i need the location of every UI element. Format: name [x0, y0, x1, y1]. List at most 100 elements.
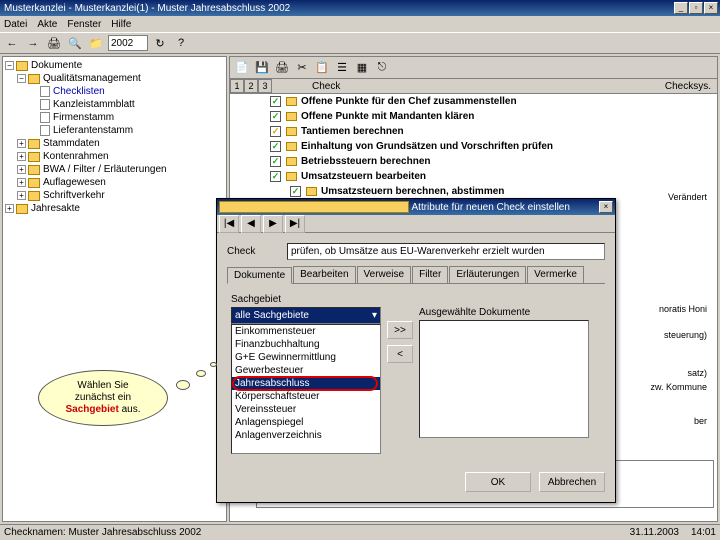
nav-prev-button[interactable]: ◀ — [241, 215, 261, 233]
callout-line3b: aus. — [119, 404, 141, 415]
folder-icon — [16, 61, 28, 71]
hint-callout: Wählen Sie zunächst ein Sachgebiet aus. — [38, 370, 168, 426]
toolbar-folder-icon[interactable]: 📁 — [87, 34, 105, 52]
menu-fenster[interactable]: Fenster — [67, 19, 101, 30]
dialog-icon — [219, 201, 409, 213]
checkbox-icon[interactable] — [270, 156, 281, 167]
expander-icon[interactable]: − — [5, 61, 14, 70]
nav-next-button[interactable]: ▶ — [263, 215, 283, 233]
move-left-button[interactable]: < — [387, 345, 413, 363]
nav-last-button[interactable]: ▶| — [285, 215, 305, 233]
tree-root[interactable]: Dokumente — [31, 59, 82, 72]
check-item[interactable]: Umsatzsteuern bearbeiten — [301, 170, 426, 183]
tree-stammdaten[interactable]: Stammdaten — [43, 137, 100, 150]
dialog-close-button[interactable]: × — [599, 201, 613, 213]
tab-bearbeiten[interactable]: Bearbeiten — [293, 266, 355, 283]
toolbar-refresh-icon[interactable]: ↻ — [151, 34, 169, 52]
rt-save-icon[interactable]: 💾 — [253, 59, 271, 77]
sachgebiet-label: Sachgebiet — [231, 294, 601, 305]
list-item[interactable]: G+E Gewinnermittlung — [232, 351, 380, 364]
check-item[interactable]: Offene Punkte mit Mandanten klären — [301, 110, 474, 123]
tree-schrift[interactable]: Schriftverkehr — [43, 189, 105, 202]
maximize-button[interactable]: ▫ — [689, 2, 703, 14]
list-item[interactable]: Körperschaftsteuer — [232, 390, 380, 403]
folder-icon — [28, 139, 40, 149]
tab-vermerke[interactable]: Vermerke — [527, 266, 584, 283]
checkbox-icon[interactable] — [270, 171, 281, 182]
tree-liefer[interactable]: Lieferantenstamm — [53, 124, 133, 137]
tree-kanzlei[interactable]: Kanzleistammblatt — [53, 98, 135, 111]
expander-icon[interactable]: − — [17, 74, 26, 83]
rt-print-icon[interactable]: 🖨 — [273, 59, 291, 77]
tab-erlauterungen[interactable]: Erläuterungen — [449, 266, 526, 283]
tab-dokumente[interactable]: Dokumente — [227, 267, 292, 284]
ok-button[interactable]: OK — [465, 472, 531, 492]
level-3[interactable]: 3 — [258, 79, 272, 93]
selected-docs-listbox[interactable] — [419, 320, 589, 438]
callout-line2: zunächst ein — [75, 392, 131, 403]
nav-first-button[interactable]: |◀ — [219, 215, 239, 233]
tree-bwa[interactable]: BWA / Filter / Erläuterungen — [43, 163, 167, 176]
tree-jahresakte[interactable]: Jahresakte — [31, 202, 80, 215]
menu-akte[interactable]: Akte — [37, 19, 57, 30]
toolbar-forward-icon[interactable]: → — [24, 34, 42, 52]
rt-list-icon[interactable]: ☰ — [333, 59, 351, 77]
checkbox-icon[interactable] — [270, 126, 281, 137]
rt-copy-icon[interactable]: 📋 — [313, 59, 331, 77]
rt-cut-icon[interactable]: ✂ — [293, 59, 311, 77]
list-item[interactable]: Anlagenspiegel — [232, 416, 380, 429]
expander-icon[interactable]: + — [17, 152, 26, 161]
cancel-button[interactable]: Abbrechen — [539, 472, 605, 492]
tree-checklisten[interactable]: Checklisten — [53, 85, 105, 98]
checkbox-icon[interactable] — [270, 141, 281, 152]
expander-icon[interactable]: + — [17, 191, 26, 200]
close-button[interactable]: × — [704, 2, 718, 14]
folder-icon — [28, 191, 40, 201]
side-text: steuerung) — [664, 330, 707, 340]
list-item[interactable]: Finanzbuchhaltung — [232, 338, 380, 351]
rt-new-icon[interactable]: 📄 — [233, 59, 251, 77]
menu-hilfe[interactable]: Hilfe — [111, 19, 131, 30]
tree-auflage[interactable]: Auflagewesen — [43, 176, 106, 189]
level-1[interactable]: 1 — [230, 79, 244, 93]
minimize-button[interactable]: _ — [674, 2, 688, 14]
level-2[interactable]: 2 — [244, 79, 258, 93]
checkbox-icon[interactable] — [270, 96, 281, 107]
tree-qm[interactable]: Qualitätsmanagement — [43, 72, 141, 85]
list-item[interactable]: Vereinssteuer — [232, 403, 380, 416]
check-item[interactable]: Tantiemen berechnen — [301, 125, 404, 138]
toolbar-print-icon[interactable]: 🖨 — [45, 34, 63, 52]
year-input[interactable] — [108, 35, 148, 51]
rt-exit-icon[interactable]: ⎋ — [373, 59, 391, 77]
check-item[interactable]: Betriebssteuern berechnen — [301, 155, 431, 168]
tree-kontenrahmen[interactable]: Kontenrahmen — [43, 150, 109, 163]
toolbar-help-icon[interactable]: ? — [172, 34, 190, 52]
checkbox-icon[interactable] — [290, 186, 301, 197]
tree-panel: −Dokumente −Qualitätsmanagement Checklis… — [2, 56, 227, 522]
expander-icon[interactable]: + — [17, 139, 26, 148]
expander-icon[interactable]: + — [17, 165, 26, 174]
sachgebiet-dropdown[interactable]: alle Sachgebiete ▾ — [231, 307, 381, 324]
thought-bubble-icon — [210, 362, 217, 367]
sachgebiet-listbox[interactable]: Einkommensteuer Finanzbuchhaltung G+E Ge… — [231, 324, 381, 454]
menu-datei[interactable]: Datei — [4, 19, 27, 30]
list-item[interactable]: Anlagenverzeichnis — [232, 429, 380, 442]
checkbox-icon[interactable] — [270, 111, 281, 122]
toolbar-back-icon[interactable]: ← — [3, 34, 21, 52]
rt-grid-icon[interactable]: ▦ — [353, 59, 371, 77]
check-item[interactable]: Einhaltung von Grundsätzen und Vorschrif… — [301, 140, 553, 153]
expander-icon[interactable]: + — [17, 178, 26, 187]
list-item-selected[interactable]: Jahresabschluss — [232, 377, 380, 390]
check-item[interactable]: Offene Punkte für den Chef zusammenstell… — [301, 95, 517, 108]
side-text: satz) — [687, 368, 707, 378]
check-item[interactable]: Umsatzsteuern berechnen, abstimmen — [321, 185, 504, 198]
tab-filter[interactable]: Filter — [412, 266, 448, 283]
toolbar-preview-icon[interactable]: 🔍 — [66, 34, 84, 52]
tree-firmen[interactable]: Firmenstamm — [53, 111, 114, 124]
tab-verweise[interactable]: Verweise — [357, 266, 412, 283]
check-input[interactable] — [287, 243, 605, 260]
expander-icon[interactable]: + — [5, 204, 14, 213]
list-item[interactable]: Gewerbesteuer — [232, 364, 380, 377]
move-right-button[interactable]: >> — [387, 321, 413, 339]
list-item[interactable]: Einkommensteuer — [232, 325, 380, 338]
